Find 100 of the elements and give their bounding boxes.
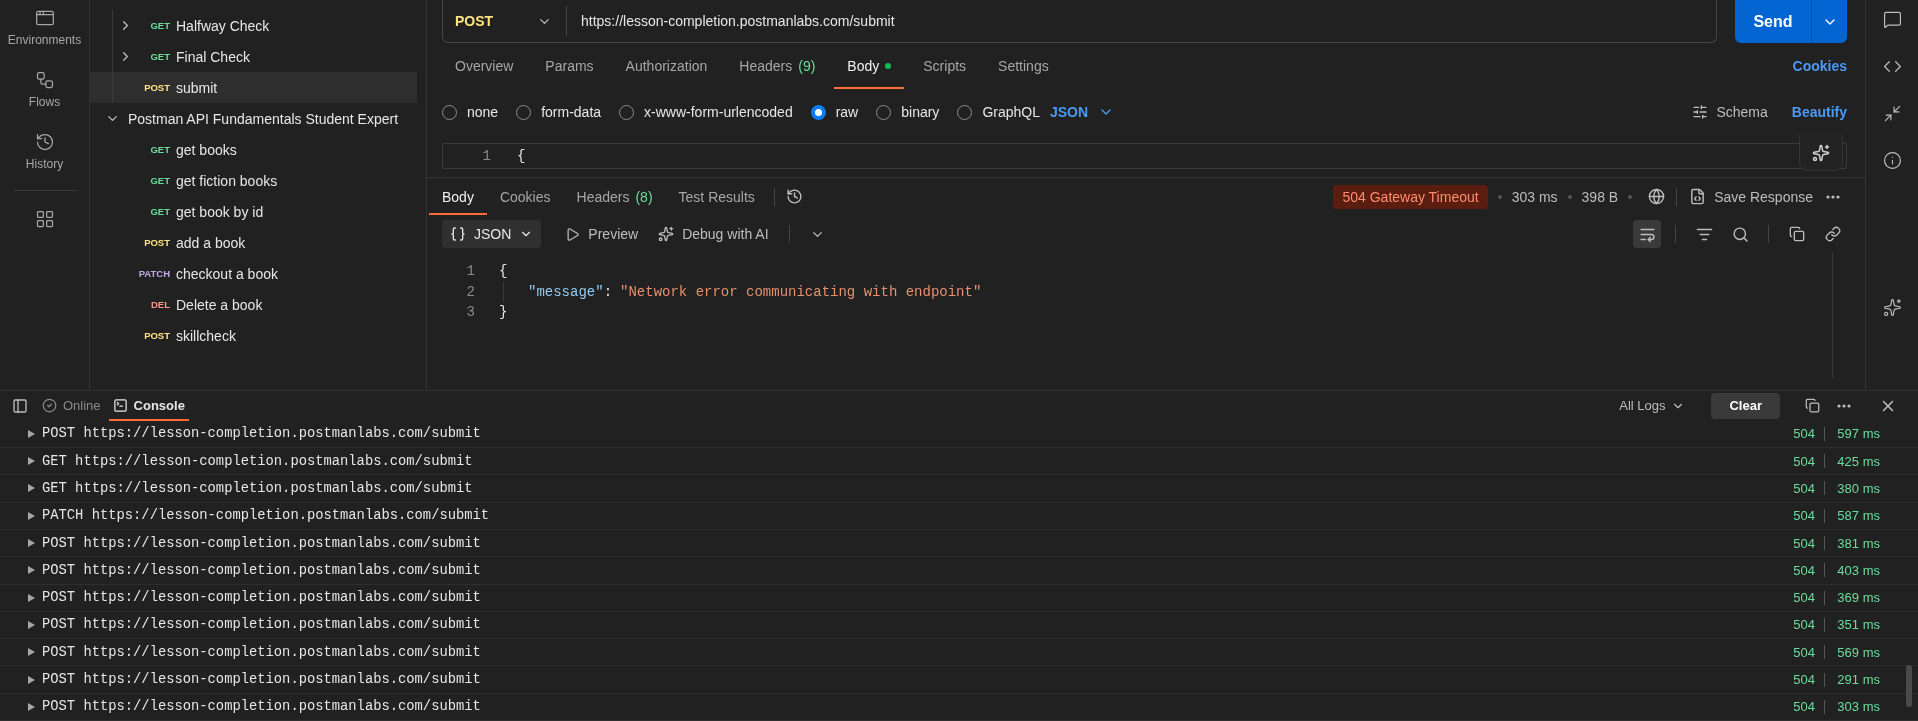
method-tag: POST <box>144 82 170 93</box>
clear-button[interactable]: Clear <box>1711 392 1780 419</box>
request-item[interactable]: POST skillcheck <box>90 320 417 351</box>
log-row[interactable]: POST https://lesson-completion.postmanlabs.com/submit 504 369 ms <box>0 584 1918 612</box>
request-tab[interactable]: Overview <box>442 43 527 89</box>
copy-icon <box>1804 398 1820 414</box>
console-tab[interactable]: Online <box>38 390 105 421</box>
method-tag: DEL <box>151 299 170 310</box>
log-request: POST https://lesson-completion.postmanlabs.com/submit <box>42 644 481 660</box>
request-tab[interactable]: Settings <box>985 43 1062 89</box>
body-type-option[interactable]: binary <box>876 104 940 120</box>
response-tab[interactable]: Cookies <box>486 178 564 215</box>
response-tab[interactable]: Test Results <box>665 178 768 215</box>
log-row[interactable]: POST https://lesson-completion.postmanlabs.com/submit 504 291 ms <box>0 666 1918 694</box>
response-tab[interactable]: Headers (8) <box>563 178 666 215</box>
request-item[interactable]: GET get book by id <box>90 196 417 227</box>
beautify-link[interactable]: Beautify <box>1791 104 1847 120</box>
terminal-icon <box>112 398 128 414</box>
request-item[interactable]: POST submit <box>90 72 417 103</box>
request-item[interactable]: POST add a book <box>90 227 417 258</box>
schema-button[interactable]: Schema <box>1686 103 1774 121</box>
rail-item[interactable]: Flows <box>28 66 61 128</box>
log-request: PATCH https://lesson-completion.postmanlabs.com/submit <box>42 508 490 524</box>
ai-assist-button[interactable] <box>1799 135 1843 171</box>
sparkle-icon <box>658 226 675 242</box>
debug-button[interactable]: Debug with AI <box>652 225 775 243</box>
log-row[interactable]: POST https://lesson-completion.postmanlabs.com/submit 504 381 ms <box>0 529 1918 558</box>
request-item[interactable]: GET get fiction books <box>90 165 417 196</box>
expand-triangle-icon <box>28 675 35 684</box>
method-dropdown[interactable]: POST <box>443 6 567 36</box>
radio-label: none <box>467 104 499 120</box>
request-item[interactable]: PATCH checkout a book <box>90 258 417 289</box>
sparkle-icon <box>1812 143 1830 162</box>
log-time: 425 ms <box>1836 453 1880 469</box>
history-icon <box>786 188 804 205</box>
log-row[interactable]: POST https://lesson-completion.postmanlabs.com/submit 504 403 ms <box>0 557 1918 585</box>
preview-button[interactable]: Preview <box>559 225 645 243</box>
rail-item[interactable]: Environments <box>7 4 82 66</box>
rail-item[interactable]: History <box>25 128 64 190</box>
file-icon <box>1689 188 1707 205</box>
format-dropdown[interactable]: JSON <box>1043 103 1121 121</box>
log-time: 403 ms <box>1836 562 1880 578</box>
response-tab[interactable]: Body <box>429 178 487 215</box>
body-type-option[interactable]: form-data <box>516 104 602 120</box>
log-request: POST https://lesson-completion.postmanlabs.com/submit <box>42 562 481 578</box>
log-status: 504 <box>1793 480 1815 496</box>
request-name: get book by id <box>176 203 264 220</box>
request-tab[interactable]: Scripts <box>910 43 980 89</box>
body-type-option[interactable]: GraphQL <box>957 104 1040 120</box>
log-request: POST https://lesson-completion.postmanlabs.com/submit <box>42 590 481 606</box>
request-tab[interactable]: Body <box>834 43 905 89</box>
body-type-option[interactable]: raw <box>810 104 859 120</box>
cookies-link[interactable]: Cookies <box>1792 58 1847 74</box>
request-item[interactable]: DEL Delete a book <box>90 289 417 320</box>
log-row[interactable]: POST https://lesson-completion.postmanlabs.com/submit 504 303 ms <box>0 693 1918 721</box>
console-tab[interactable]: Console <box>108 390 189 421</box>
line-number: 1 <box>465 263 475 280</box>
request-tab[interactable]: Authorization <box>612 43 721 89</box>
log-row[interactable]: POST https://lesson-completion.postmanlabs.com/submit 504 351 ms <box>0 611 1918 640</box>
log-row[interactable]: POST https://lesson-completion.postmanlabs.com/submit 504 569 ms <box>0 639 1918 667</box>
log-row[interactable]: PATCH https://lesson-completion.postmanlabs.com/submit 504 587 ms <box>0 502 1918 530</box>
line-number: 3 <box>465 304 475 321</box>
method-tag: GET <box>150 20 170 31</box>
url-bar[interactable]: POST https://lesson-completion.postmanlabs.com/submit <box>442 0 1717 43</box>
response-size: 398 B <box>1581 188 1619 205</box>
info-icon[interactable] <box>1882 151 1902 170</box>
log-request: POST https://lesson-completion.postmanlabs.com/submit <box>42 617 481 633</box>
request-name: checkout a book <box>176 265 278 282</box>
wrap-button[interactable] <box>1633 220 1661 248</box>
scrollbar-thumb[interactable] <box>1906 665 1912 707</box>
sparkle-icon[interactable] <box>1882 298 1902 317</box>
expand-triangle-icon <box>28 566 35 575</box>
format-dropdown[interactable]: JSON <box>442 220 542 248</box>
request-item[interactable]: GET get books <box>90 134 417 165</box>
log-filter-dropdown[interactable]: All Logs <box>1613 390 1692 421</box>
globe-icon <box>1647 188 1665 205</box>
history-icon <box>34 132 55 152</box>
arrows-icon[interactable] <box>1882 104 1902 123</box>
request-tab[interactable]: Params <box>532 43 607 89</box>
grid-icon[interactable] <box>34 209 55 229</box>
more-icon <box>1826 194 1840 199</box>
folder-row[interactable]: Postman API Fundamentals Student Expert <box>90 103 417 134</box>
log-time: 569 ms <box>1836 644 1880 660</box>
body-editor[interactable]: 1 { <box>442 143 1847 169</box>
request-name: Halfway Check <box>176 17 270 34</box>
send-button[interactable]: Send <box>1735 0 1811 43</box>
log-row[interactable]: GET https://lesson-completion.postmanlabs.com/submit 504 380 ms <box>0 475 1918 503</box>
body-type-option[interactable]: none <box>442 104 499 120</box>
radio-label: GraphQL <box>982 104 1040 120</box>
comment-icon[interactable] <box>1882 10 1902 29</box>
url-field[interactable]: https://lesson-completion.postmanlabs.com/submit <box>567 12 1716 30</box>
log-row[interactable]: GET https://lesson-completion.postmanlabs.com/submit 504 425 ms <box>0 448 1918 476</box>
request-name: get books <box>176 141 237 158</box>
log-row[interactable]: POST https://lesson-completion.postmanlabs.com/submit 504 597 ms <box>0 420 1918 449</box>
request-tab[interactable]: Headers (9) <box>726 43 829 89</box>
radio-button[interactable] <box>810 104 826 120</box>
panel-icon <box>12 397 28 414</box>
expand-triangle-icon <box>28 593 35 602</box>
save-response-button[interactable]: Save Response <box>1683 178 1819 215</box>
expand-triangle-icon <box>28 620 35 629</box>
